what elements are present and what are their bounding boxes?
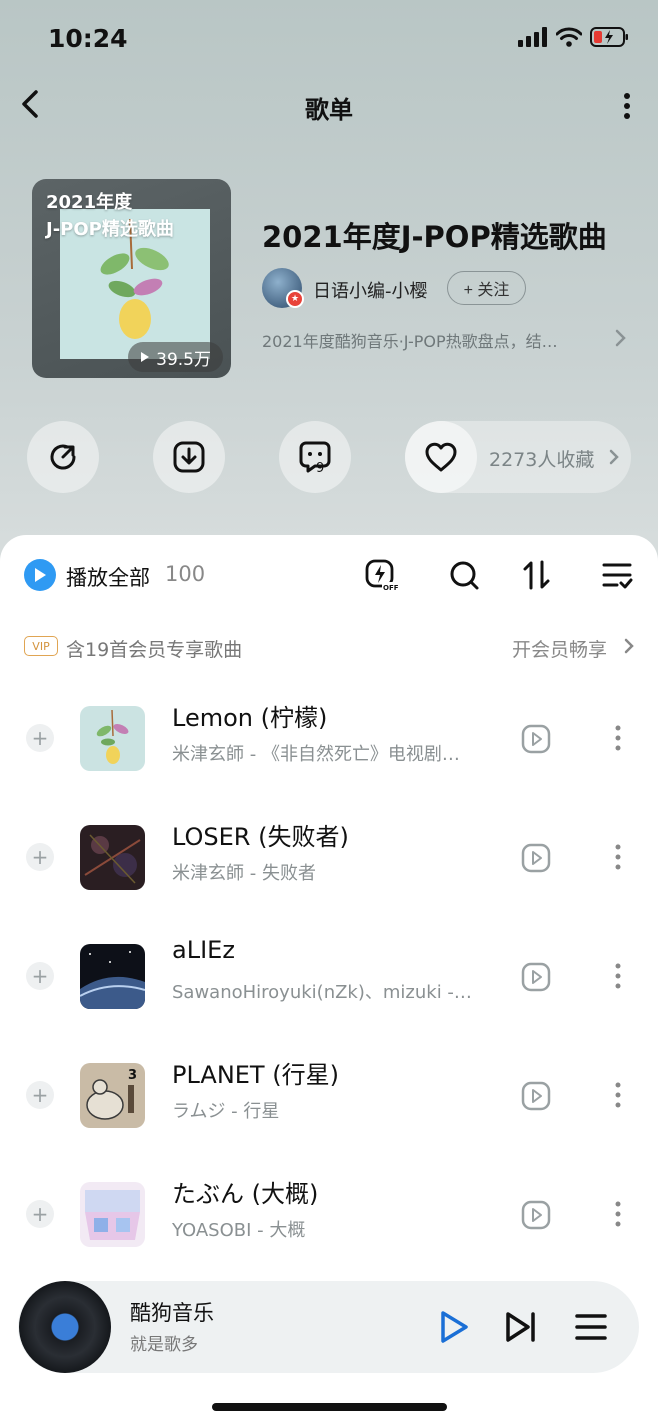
chevron-right-icon[interactable] xyxy=(612,327,628,349)
play-video-icon[interactable] xyxy=(521,962,551,992)
play-small-icon xyxy=(141,352,150,362)
quality-off-icon[interactable]: OFF xyxy=(364,558,398,592)
aliez-cover-icon xyxy=(80,944,145,1009)
next-track-icon[interactable] xyxy=(502,1308,540,1346)
play-video-icon[interactable] xyxy=(521,843,551,873)
add-icon[interactable]: + xyxy=(26,1081,54,1109)
cover-title: 2021年度 J-POP精选歌曲 xyxy=(46,189,174,243)
playlist-description[interactable]: 2021年度酷狗音乐·J-POP热歌盘点，结… xyxy=(262,328,602,352)
favorite-button[interactable]: 2273人收藏 xyxy=(405,421,631,493)
song-subtitle: SawanoHiroyuki(nZk)、mizuki -… xyxy=(172,982,472,1003)
song-row[interactable]: + たぶん (大概) YOASOBI - 大概 xyxy=(0,1171,658,1291)
add-icon[interactable]: + xyxy=(26,1200,54,1228)
more-vertical-icon[interactable] xyxy=(610,839,626,875)
tabun-cover-icon xyxy=(80,1182,145,1247)
loser-cover-icon xyxy=(80,825,145,890)
song-title: Lemon (柠檬) xyxy=(172,704,328,732)
player-subtitle: 就是歌多 xyxy=(130,1335,198,1355)
add-icon[interactable]: + xyxy=(26,724,54,752)
wifi-icon xyxy=(556,27,582,47)
song-cover xyxy=(80,1182,145,1247)
signal-icon xyxy=(518,27,547,47)
play-count: 39.5万 xyxy=(156,349,211,370)
comment-count: 9 xyxy=(316,461,325,476)
song-title: たぶん (大概) xyxy=(172,1180,319,1208)
creator-name[interactable]: 日语小编-小樱 xyxy=(313,277,428,303)
vip-badge: VIP xyxy=(24,636,58,656)
favorite-icon-wrap xyxy=(405,421,477,493)
song-title: aLIEz xyxy=(172,936,235,964)
more-vertical-icon[interactable] xyxy=(610,1077,626,1113)
add-icon[interactable]: + xyxy=(26,843,54,871)
download-icon xyxy=(173,441,205,473)
play-all-icon[interactable] xyxy=(24,559,56,591)
follow-button[interactable]: + 关注 xyxy=(447,271,526,305)
open-vip-link[interactable]: 开会员畅享 xyxy=(512,635,607,662)
svg-text:3: 3 xyxy=(128,1068,137,1083)
song-subtitle: 米津玄師 - 《非自然死亡》电视剧… xyxy=(172,744,460,765)
comment-icon xyxy=(299,441,331,473)
play-all-button[interactable]: 播放全部 xyxy=(66,562,150,592)
song-row[interactable]: + aLIEz SawanoHiroyuki(nZk)、mizuki -… xyxy=(0,933,658,1053)
playlist-title: 2021年度J-POP精选歌曲 xyxy=(262,220,607,254)
heart-icon xyxy=(425,442,457,472)
svg-text:OFF: OFF xyxy=(383,584,398,592)
play-video-icon[interactable] xyxy=(521,1081,551,1111)
playlist-cover[interactable]: 2021年度 J-POP精选歌曲 39.5万 xyxy=(32,179,231,378)
song-cover: 3 xyxy=(80,1063,145,1128)
play-video-icon[interactable] xyxy=(521,1200,551,1230)
comment-button[interactable]: 9 xyxy=(279,421,351,493)
mini-player[interactable] xyxy=(18,1281,639,1373)
search-icon[interactable] xyxy=(447,558,481,592)
nav-bar: 歌单 xyxy=(0,80,658,130)
song-subtitle: ラムジ - 行星 xyxy=(172,1101,280,1122)
vip-songs-text: 含19首会员专享歌曲 xyxy=(66,639,243,661)
song-cover xyxy=(80,944,145,1009)
page-title: 歌单 xyxy=(305,96,353,124)
download-button[interactable] xyxy=(153,421,225,493)
multi-select-icon[interactable] xyxy=(600,558,634,592)
song-subtitle: 米津玄師 - 失败者 xyxy=(172,863,316,884)
song-title: PLANET (行星) xyxy=(172,1061,339,1089)
status-time: 10:24 xyxy=(48,24,128,53)
song-row[interactable]: + LOSER (失败者) 米津玄師 - 失败者 xyxy=(0,814,658,934)
song-row[interactable]: + Lemon (柠檬) 米津玄師 - 《非自然死亡》电视剧… xyxy=(0,695,658,815)
chevron-right-icon[interactable] xyxy=(622,636,636,656)
planet-cover-icon: 3 xyxy=(80,1063,145,1128)
play-triangle-icon xyxy=(35,568,46,582)
status-bar: 10:24 xyxy=(0,0,658,80)
play-video-icon[interactable] xyxy=(521,724,551,754)
favorites-count: 2273人收藏 xyxy=(489,449,595,471)
sort-icon[interactable] xyxy=(520,558,554,592)
lemon-cover-icon xyxy=(80,706,145,771)
song-cover xyxy=(80,825,145,890)
vinyl-disc-icon[interactable] xyxy=(19,1281,111,1373)
song-count: 100 xyxy=(165,562,206,586)
more-vertical-icon[interactable] xyxy=(618,88,636,124)
more-vertical-icon[interactable] xyxy=(610,958,626,994)
add-icon[interactable]: + xyxy=(26,962,54,990)
song-subtitle: YOASOBI - 大概 xyxy=(172,1220,306,1241)
status-icons xyxy=(518,26,630,48)
share-icon xyxy=(50,444,76,470)
chevron-right-icon xyxy=(609,449,619,465)
song-row[interactable]: + 3 PLANET (行星) ラムジ - 行星 xyxy=(0,1052,658,1172)
song-title: LOSER (失败者) xyxy=(172,823,349,851)
player-title: 酷狗音乐 xyxy=(130,1301,214,1325)
queue-list-icon[interactable] xyxy=(572,1308,610,1346)
cover-title-line1: 2021年度 xyxy=(46,192,133,213)
play-count-badge: 39.5万 xyxy=(128,342,223,372)
song-cover xyxy=(80,706,145,771)
more-vertical-icon[interactable] xyxy=(610,1196,626,1232)
cover-title-line2: J-POP精选歌曲 xyxy=(46,219,174,240)
share-button[interactable] xyxy=(27,421,99,493)
home-indicator xyxy=(212,1403,447,1411)
verified-badge-icon: ★ xyxy=(286,290,304,308)
battery-icon xyxy=(590,27,628,47)
more-vertical-icon[interactable] xyxy=(610,720,626,756)
play-icon[interactable] xyxy=(434,1308,472,1346)
